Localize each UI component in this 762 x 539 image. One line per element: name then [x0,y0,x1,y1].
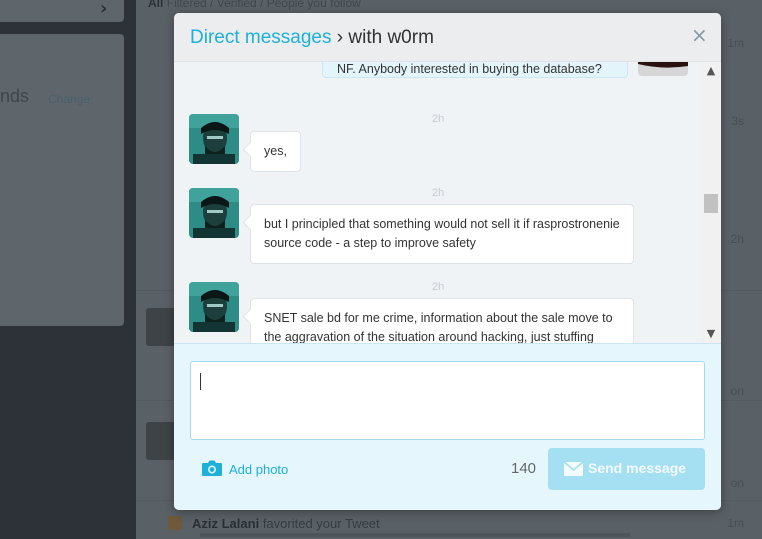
title-separator: › [336,27,344,48]
direct-messages-link[interactable]: Direct messages [190,27,332,48]
timestamp: 2h [730,232,744,246]
tab-filters: Filtered / Verified / People you follow [166,0,361,10]
bg-filter-tabs: All Filtered / Verified / People you fol… [148,0,361,10]
avatar [146,308,176,346]
bg-tweet-preview [200,533,630,537]
notification-action: favorited your Tweet [262,516,380,531]
timestamp: 3s [731,114,744,128]
send-message-label: Send message [588,460,687,476]
message-bubble: yes, [250,131,301,172]
scroll-thumb[interactable] [704,194,718,213]
conversation-scrollbar[interactable]: ▲ ▼ [702,62,720,343]
message-time: 2h [432,113,445,125]
sent-message-bubble: NF. Anybody interested in buying the dat… [322,62,628,78]
avatar [146,422,176,460]
bg-trends-card: nds Change [0,34,124,326]
sender-avatar[interactable] [189,188,239,238]
message-bubble: SNET sale bd for me crime, information a… [250,298,634,343]
chevron-right-icon: › [100,0,108,19]
bg-sidebar-card-top: › [0,0,124,22]
message-time: 2h [432,281,445,293]
notification-user: Aziz Lalani [192,516,260,531]
close-icon[interactable]: × [691,25,708,45]
timestamp: on [730,476,744,490]
tab-all: All [148,0,164,10]
text-caret [200,373,201,390]
chevron-down-icon[interactable]: ▼ [702,325,720,343]
modal-header: Direct messages › with w0rm × [174,13,721,62]
timestamp: 1m [727,516,744,530]
favorite-star-icon [168,516,182,530]
add-photo-label: Add photo [229,462,289,477]
camera-icon [202,460,222,476]
sender-avatar[interactable] [189,114,239,164]
modal-title: Direct messages › with w0rm [190,27,434,49]
trends-heading: nds [0,86,30,106]
character-counter: 140 [511,460,537,477]
chevron-up-icon[interactable]: ▲ [702,62,720,80]
timestamp: on [730,384,744,398]
sender-avatar[interactable] [189,282,239,332]
timestamp: 1m [727,36,744,50]
message-input[interactable] [190,361,705,440]
message-time: 2h [432,187,445,199]
notification-item: Aziz Lalani favorited your Tweet [168,516,380,531]
send-message-button[interactable]: Send message [548,448,705,490]
compose-area: Add photo 140 Send message [174,343,721,510]
message-bubble: but I principled that something would no… [250,204,634,264]
dm-modal: Direct messages › with w0rm × NF. Anybod… [174,13,721,510]
envelope-icon [564,462,583,476]
trends-change-link: Change [48,92,91,106]
conversation-thread[interactable]: NF. Anybody interested in buying the dat… [174,62,721,343]
conversation-partner: with w0rm [348,27,434,48]
my-avatar [638,62,688,76]
